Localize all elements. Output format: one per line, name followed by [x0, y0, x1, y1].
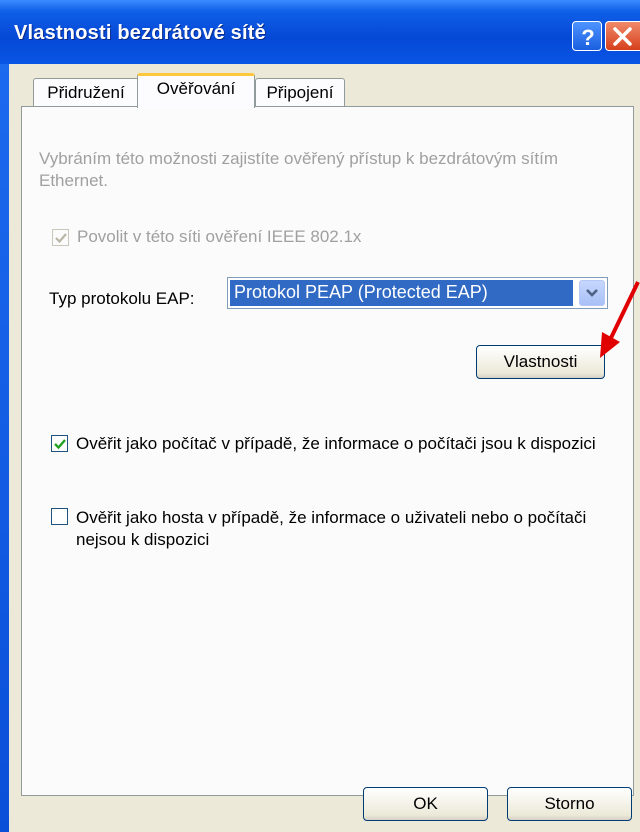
tab-pripojeni[interactable]: Připojení [255, 78, 345, 106]
tab-overovani[interactable]: Ověřování [137, 73, 255, 108]
close-x-icon [613, 27, 632, 46]
eap-type-label: Typ protokolu EAP: [49, 289, 195, 308]
auth-as-computer-label: Ověřit jako počítač v případě, že inform… [76, 434, 596, 453]
eap-type-value: Protokol PEAP (Protected EAP) [230, 280, 573, 306]
dialog-window: Vlastnosti bezdrátové sítě ? Přidružení … [0, 0, 640, 832]
checkmark-icon [55, 233, 67, 244]
enable-8021x-label: Povolit v této síti ověření IEEE 802.1x [77, 227, 362, 246]
auth-as-computer-checkbox[interactable] [51, 435, 68, 452]
question-mark-icon: ? [581, 25, 594, 50]
auth-as-guest-checkbox[interactable] [51, 508, 68, 525]
tab-pridruzeni[interactable]: Přidružení [33, 78, 139, 106]
checkmark-icon [54, 439, 66, 450]
help-button[interactable]: ? [572, 21, 602, 51]
close-button[interactable] [605, 21, 640, 51]
eap-type-select[interactable]: Protokol PEAP (Protected EAP) [227, 277, 608, 309]
svg-text:?: ? [581, 25, 594, 50]
enable-8021x-checkbox[interactable] [52, 229, 69, 246]
annotation-arrow-icon [600, 281, 640, 358]
properties-button[interactable]: Vlastnosti [476, 345, 605, 379]
window-title: Vlastnosti bezdrátové sítě [14, 22, 266, 44]
description-text: Vybráním této možnosti zajistíte ověřený… [39, 149, 559, 190]
ok-button[interactable]: OK [363, 787, 488, 821]
auth-as-guest-label: Ověřit jako hosta v případě, že informac… [76, 508, 587, 549]
title-bar[interactable]: Vlastnosti bezdrátové sítě ? [0, 0, 640, 64]
cancel-button[interactable]: Storno [507, 787, 632, 821]
